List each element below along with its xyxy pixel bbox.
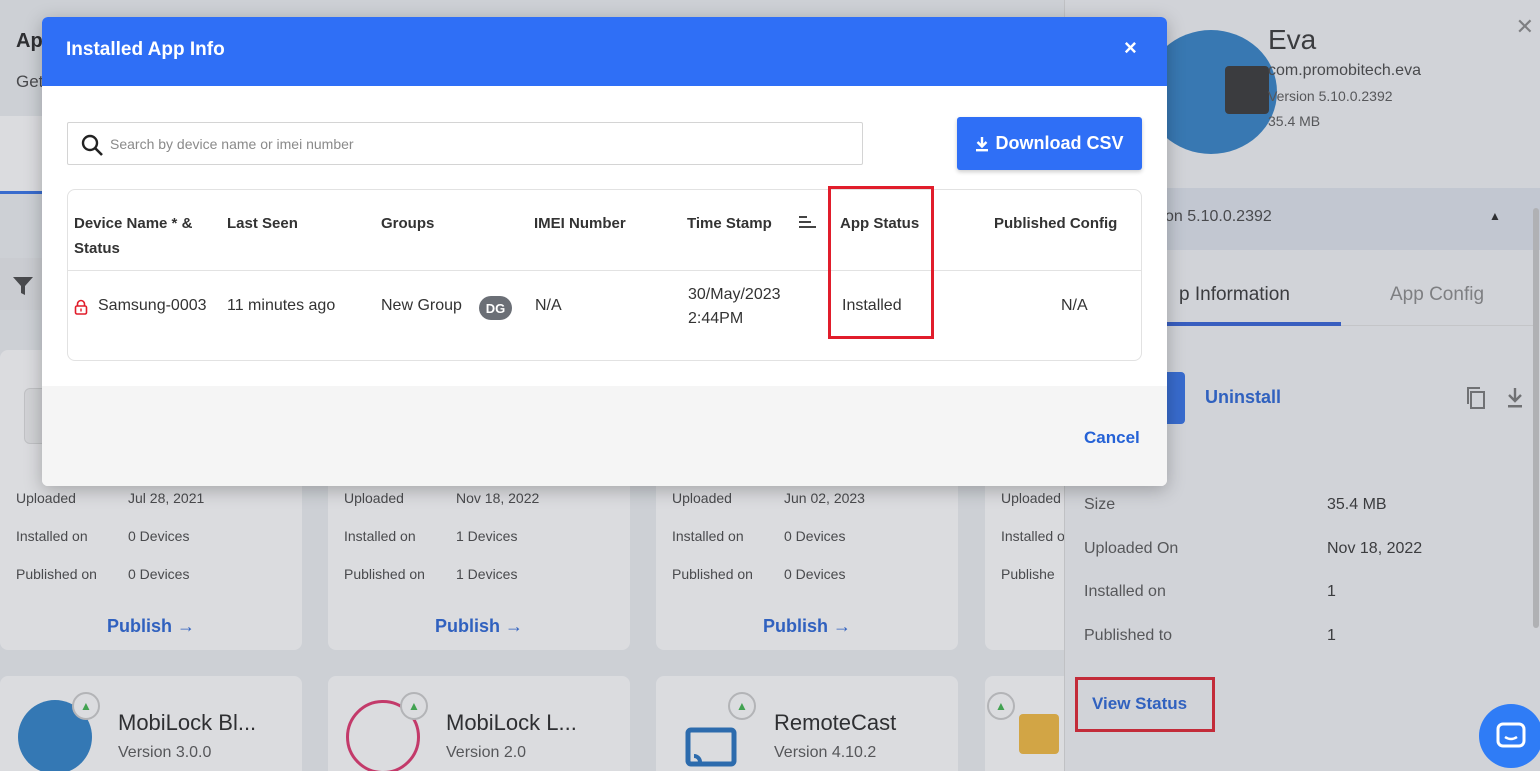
- chat-icon: [1496, 722, 1526, 748]
- column-header-last-seen[interactable]: Last Seen: [227, 211, 298, 236]
- header-divider: [68, 270, 1141, 271]
- column-header-published-config[interactable]: Published Config: [994, 211, 1117, 236]
- cancel-button[interactable]: Cancel: [1084, 428, 1140, 448]
- timestamp-date: 30/May/2023: [688, 286, 781, 303]
- device-name[interactable]: Samsung-0003: [98, 294, 207, 318]
- column-header-timestamp[interactable]: Time Stamp: [687, 211, 772, 236]
- modal-header: Installed App Info ×: [42, 17, 1167, 86]
- search-input[interactable]: [110, 124, 850, 163]
- chat-launcher-button[interactable]: [1479, 704, 1540, 768]
- download-icon: [976, 136, 989, 151]
- group-badge: DG: [479, 296, 512, 320]
- last-seen: 11 minutes ago: [227, 297, 336, 314]
- imei-number: N/A: [535, 297, 562, 314]
- group-name: New Group: [381, 297, 462, 314]
- lock-icon: [74, 299, 88, 315]
- sort-icon[interactable]: [799, 215, 817, 229]
- close-icon[interactable]: ×: [1124, 35, 1137, 61]
- column-header-imei[interactable]: IMEI Number: [534, 211, 626, 236]
- download-csv-label: Download CSV: [995, 133, 1124, 153]
- timestamp-time: 2:44PM: [688, 310, 744, 327]
- modal-footer: [42, 386, 1167, 486]
- search-field[interactable]: [67, 122, 863, 165]
- highlight-box: [828, 186, 934, 339]
- search-icon: [81, 134, 103, 156]
- column-header-groups[interactable]: Groups: [381, 211, 434, 236]
- installed-app-info-modal: Installed App Info × Download CSV Device…: [42, 17, 1167, 486]
- published-config: N/A: [1061, 297, 1088, 314]
- download-csv-button[interactable]: Download CSV: [957, 117, 1142, 170]
- installed-devices-table: Device Name * & Status Last Seen Groups …: [67, 189, 1142, 361]
- modal-title: Installed App Info: [66, 39, 225, 60]
- column-header-device[interactable]: Device Name * & Status: [74, 211, 204, 261]
